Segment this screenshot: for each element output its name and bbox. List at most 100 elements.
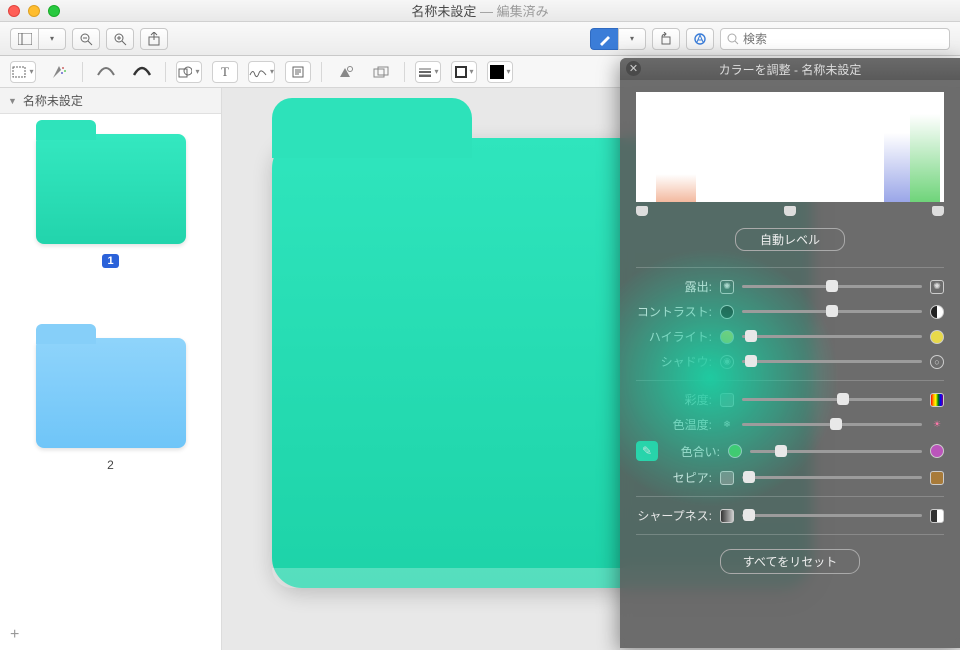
highlights-row: ハイライト: bbox=[636, 328, 944, 345]
tint-label: 色合い: bbox=[668, 443, 720, 460]
search-field[interactable] bbox=[720, 28, 950, 50]
histogram bbox=[636, 92, 944, 202]
highlights-slider[interactable] bbox=[742, 335, 922, 338]
shadows-row: シャドウ: ◉ ○ bbox=[636, 353, 944, 370]
sign-button[interactable]: ▾ bbox=[248, 61, 275, 83]
toolbar-divider bbox=[404, 62, 405, 82]
exposure-row: 露出: ✺ ✺ bbox=[636, 278, 944, 295]
aperture-dark-icon: ✺ bbox=[720, 280, 734, 294]
histogram-white-handle[interactable] bbox=[932, 206, 944, 216]
tint-green-icon bbox=[728, 444, 742, 458]
rotate-button[interactable] bbox=[652, 28, 680, 50]
slider-knob[interactable] bbox=[826, 280, 838, 292]
draw-tool-button[interactable] bbox=[129, 61, 155, 83]
saturation-high-icon bbox=[930, 393, 944, 407]
contrast-high-icon bbox=[930, 305, 944, 319]
sharpness-row: シャープネス: bbox=[636, 507, 944, 524]
saturation-slider[interactable] bbox=[742, 398, 922, 401]
auto-levels-button[interactable]: 自動レベル bbox=[735, 228, 845, 251]
panel-titlebar[interactable]: ✕ カラーを調整 - 名称未設定 bbox=[620, 58, 960, 80]
adjust-color-button[interactable] bbox=[332, 61, 358, 83]
adjust-size-button[interactable] bbox=[368, 61, 394, 83]
view-mode-dropdown[interactable]: ▾ bbox=[38, 28, 66, 50]
thumbnail-item[interactable]: 1 bbox=[0, 134, 221, 268]
markup-toggle-button[interactable] bbox=[590, 28, 618, 50]
zoom-in-button[interactable] bbox=[106, 28, 134, 50]
tint-magenta-icon bbox=[930, 444, 944, 458]
temperature-slider[interactable] bbox=[742, 423, 922, 426]
share-button[interactable] bbox=[140, 28, 168, 50]
slider-knob[interactable] bbox=[743, 509, 755, 521]
add-page-button[interactable]: + bbox=[0, 620, 221, 650]
folder-icon bbox=[36, 338, 186, 448]
disclosure-icon: ▼ bbox=[8, 96, 17, 106]
shadows-slider[interactable] bbox=[742, 360, 922, 363]
tint-row: ✎ 色合い: bbox=[636, 441, 944, 461]
sidebar-toggle-button[interactable] bbox=[10, 28, 38, 50]
sharp-low-icon bbox=[720, 509, 734, 523]
sharp-high-icon bbox=[930, 509, 944, 523]
thumbnail-sidebar: ▼ 名称未設定 1 2 + bbox=[0, 88, 222, 650]
fill-swatch bbox=[490, 65, 504, 79]
sharpness-slider[interactable] bbox=[742, 514, 922, 517]
border-color-button[interactable]: ▾ bbox=[451, 61, 477, 83]
note-button[interactable] bbox=[285, 61, 311, 83]
sidebar-header[interactable]: ▼ 名称未設定 bbox=[0, 88, 221, 114]
selection-tool-button[interactable]: ▾ bbox=[10, 61, 36, 83]
sepia-row: セピア: bbox=[636, 469, 944, 486]
instant-alpha-button[interactable] bbox=[46, 61, 72, 83]
sepia-label: セピア: bbox=[636, 469, 712, 486]
tint-slider[interactable] bbox=[750, 450, 922, 453]
slider-knob[interactable] bbox=[826, 305, 838, 317]
histogram-mid-handle[interactable] bbox=[784, 206, 796, 216]
search-input[interactable] bbox=[743, 32, 943, 46]
contrast-slider[interactable] bbox=[742, 310, 922, 313]
contrast-low-icon bbox=[720, 305, 734, 319]
text-button[interactable]: T bbox=[212, 61, 238, 83]
shadows-label: シャドウ: bbox=[636, 353, 712, 370]
toolbar-divider bbox=[82, 62, 83, 82]
window-titlebar: 名称未設定 — 編集済み bbox=[0, 0, 960, 22]
fill-color-button[interactable]: ▾ bbox=[487, 61, 513, 83]
slider-knob[interactable] bbox=[837, 393, 849, 405]
slider-knob[interactable] bbox=[745, 355, 757, 367]
saturation-label: 彩度: bbox=[636, 391, 712, 408]
slider-knob[interactable] bbox=[830, 418, 842, 430]
window-title: 名称未設定 — 編集済み bbox=[0, 1, 960, 20]
panel-close-button[interactable]: ✕ bbox=[626, 61, 641, 76]
adjust-color-panel: ✕ カラーを調整 - 名称未設定 自動レベル 露出: ✺ ✺ コントラスト: ハ… bbox=[620, 58, 960, 648]
main-toolbar: ▾ ▾ bbox=[0, 22, 960, 56]
thumbnail-badge: 1 bbox=[102, 254, 118, 268]
temperature-row: 色温度: ❄ ☀ bbox=[636, 416, 944, 433]
reset-all-button[interactable]: すべてをリセット bbox=[720, 549, 860, 574]
shapes-button[interactable]: ▾ bbox=[176, 61, 202, 83]
markup-group: ▾ bbox=[590, 28, 646, 50]
histogram-handles bbox=[636, 206, 944, 216]
window-title-sub: 編集済み bbox=[497, 4, 549, 19]
exposure-slider[interactable] bbox=[742, 285, 922, 288]
slider-group-2: 彩度: 色温度: ❄ ☀ ✎ 色合い: セピア: bbox=[620, 391, 960, 486]
zoom-out-button[interactable] bbox=[72, 28, 100, 50]
sepia-off-icon bbox=[720, 471, 734, 485]
temperature-label: 色温度: bbox=[636, 416, 712, 433]
line-style-button[interactable]: ▾ bbox=[415, 61, 441, 83]
contrast-row: コントラスト: bbox=[636, 303, 944, 320]
window-title-main: 名称未設定 bbox=[411, 4, 476, 19]
slider-knob[interactable] bbox=[745, 330, 757, 342]
thumbnail-item[interactable]: 2 bbox=[0, 338, 221, 472]
temp-cool-icon: ❄ bbox=[720, 418, 734, 432]
sketch-tool-button[interactable] bbox=[93, 61, 119, 83]
eyedropper-button[interactable]: ✎ bbox=[636, 441, 658, 461]
sidebar-title: 名称未設定 bbox=[23, 92, 83, 109]
toolbar-divider bbox=[321, 62, 322, 82]
sepia-slider[interactable] bbox=[742, 476, 922, 479]
thumbnail-list: 1 2 bbox=[0, 114, 221, 620]
annotate-button[interactable] bbox=[686, 28, 714, 50]
histogram-black-handle[interactable] bbox=[636, 206, 648, 216]
markup-dropdown[interactable]: ▾ bbox=[618, 28, 646, 50]
slider-knob[interactable] bbox=[743, 471, 755, 483]
slider-knob[interactable] bbox=[775, 445, 787, 457]
exposure-label: 露出: bbox=[636, 278, 712, 295]
aperture-light-icon: ✺ bbox=[930, 280, 944, 294]
thumbnail-label: 2 bbox=[107, 458, 114, 472]
